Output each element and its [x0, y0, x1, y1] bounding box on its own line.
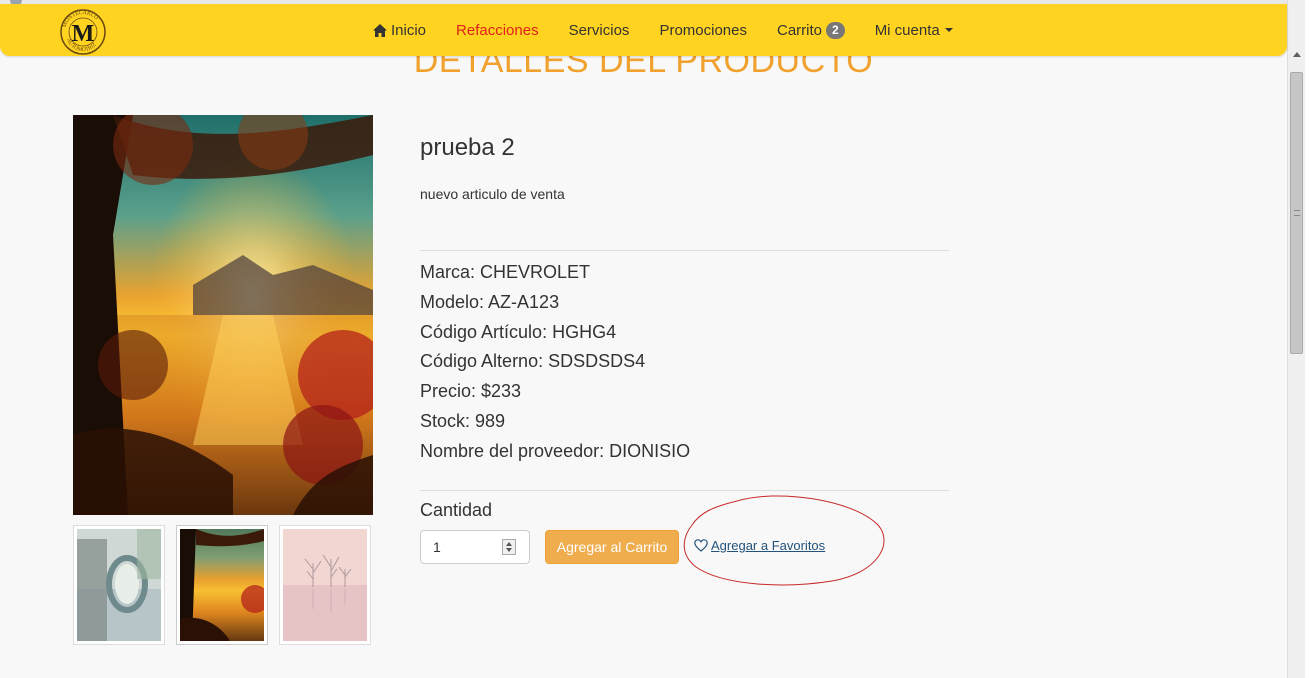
window-right-edge — [1305, 0, 1310, 678]
quantity-label: Cantidad — [420, 500, 493, 520]
scroll-grip-icon — [1294, 210, 1300, 216]
vertical-scrollbar[interactable] — [1287, 0, 1305, 678]
autumn-lake-thumbnail-image — [180, 529, 264, 641]
annotation-circle — [683, 495, 885, 586]
spec-codigo-alterno: Código Alterno: SDSDSDS4 — [420, 351, 646, 372]
navbar: MONTECARLO AUTOMOTRIZ M Inicio Refaccion… — [0, 4, 1287, 56]
add-to-cart-button[interactable]: Agregar al Carrito — [545, 530, 679, 564]
nav-item-label: Promociones — [659, 21, 747, 39]
autumn-lake-image — [73, 115, 373, 515]
spec-proveedor: Nombre del proveedor: DIONISIO — [420, 440, 691, 461]
nav-item-carrito[interactable]: Carrito 2 — [776, 21, 845, 39]
spec-codigo-articulo: Código Artículo: HGHG4 — [420, 321, 617, 342]
nav-item-inicio[interactable]: Inicio — [373, 22, 426, 39]
nav-item-label: Carrito — [776, 21, 822, 39]
divider — [420, 490, 949, 491]
cart-count-badge: 2 — [826, 21, 845, 39]
brand-initial: M — [72, 21, 95, 47]
home-icon — [373, 23, 387, 37]
caret-down-icon — [944, 28, 953, 32]
nav-item-label: Inicio — [391, 21, 427, 39]
product-main-image[interactable] — [73, 115, 373, 515]
spec-stock: Stock: 989 — [420, 410, 506, 431]
nav-item-mi-cuenta[interactable]: Mi cuenta — [875, 22, 953, 39]
nav-item-label: Mi cuenta — [874, 21, 940, 39]
thumbnail-3[interactable] — [279, 525, 371, 645]
product-title: prueba 2 — [420, 134, 515, 161]
thumbnail-2[interactable] — [176, 525, 268, 645]
nav-item-servicios[interactable]: Servicios — [569, 22, 630, 39]
thumbnail-gallery — [73, 525, 382, 645]
divider — [420, 250, 949, 251]
scrollbar-thumb[interactable] — [1290, 72, 1303, 354]
spec-marca: Marca: CHEVROLET — [420, 262, 591, 282]
nav-item-promociones[interactable]: Promociones — [659, 22, 747, 39]
main-nav: Inicio Refacciones Servicios Promociones… — [373, 4, 983, 56]
bridge-thumbnail-image — [77, 529, 161, 641]
spec-precio: Precio: $233 — [420, 381, 522, 402]
scroll-up-arrow-icon[interactable] — [1293, 52, 1301, 57]
quantity-stepper[interactable]: 1 — [420, 530, 530, 564]
nav-item-label: Servicios — [568, 21, 630, 39]
misty-trees-thumbnail-image — [283, 529, 367, 641]
quantity-value: 1 — [433, 539, 441, 555]
brand-logo[interactable]: MONTECARLO AUTOMOTRIZ M — [57, 8, 109, 56]
product-specs: Marca: CHEVROLET Modelo: AZ-A123 Código … — [420, 258, 690, 467]
nav-item-refacciones[interactable]: Refacciones — [456, 22, 539, 39]
thumbnail-1[interactable] — [73, 525, 165, 645]
spec-modelo: Modelo: AZ-A123 — [420, 291, 560, 312]
product-description: nuevo articulo de venta — [420, 186, 565, 202]
nav-item-label: Refacciones — [456, 21, 539, 39]
spinner-arrows-icon[interactable] — [502, 539, 516, 555]
